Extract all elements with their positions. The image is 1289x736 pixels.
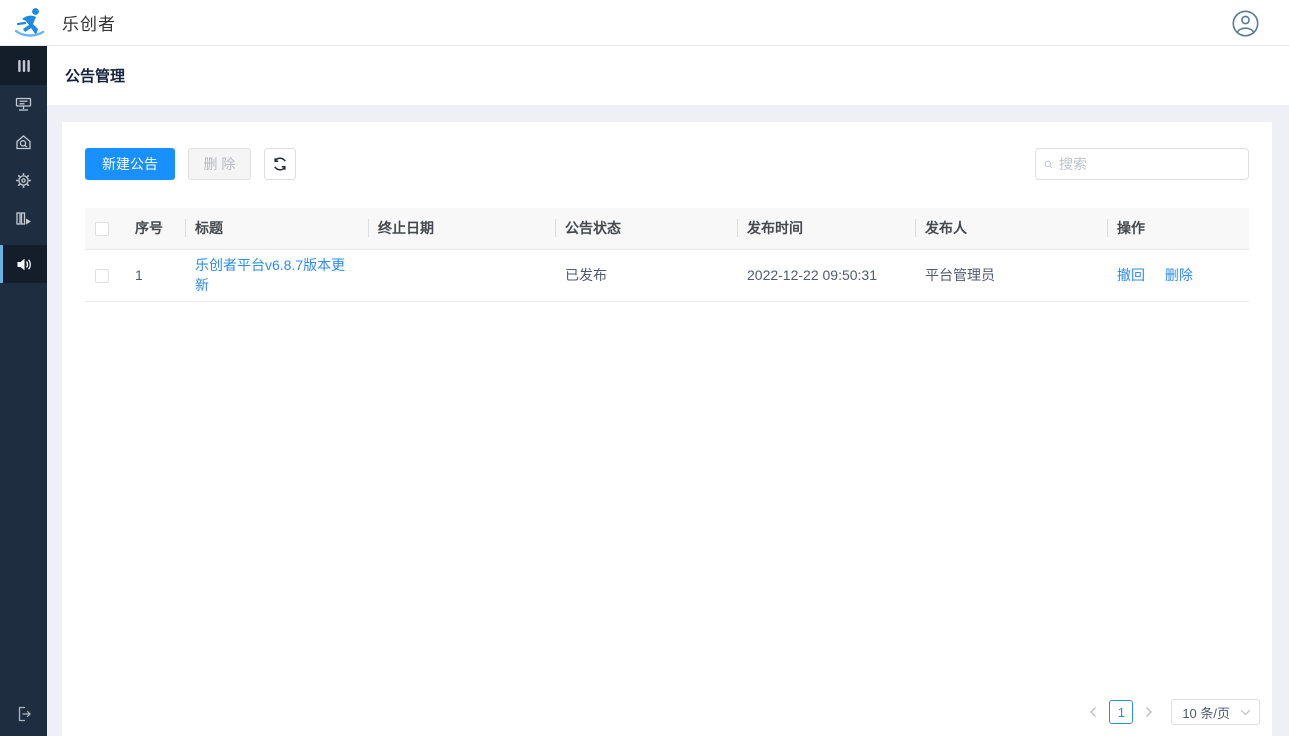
column-divider (368, 219, 369, 237)
brand-name: 乐创者 (62, 10, 116, 35)
row-no: 1 (125, 249, 185, 301)
table-row: 1 乐创者平台v6.8.7版本更新 已发布 2022-12-22 09:50:3… (85, 249, 1249, 301)
announcement-title-link[interactable]: 乐创者平台v6.8.7版本更新 (195, 257, 345, 293)
delete-action-link[interactable]: 删除 (1165, 267, 1193, 283)
new-announcement-button[interactable]: 新建公告 (85, 148, 175, 180)
sidebar-nav (0, 46, 47, 736)
column-divider (555, 219, 556, 237)
column-divider (1107, 219, 1108, 237)
row-publish-time: 2022-12-22 09:50:31 (737, 249, 915, 301)
page-size-select[interactable]: 10 条/页 (1171, 699, 1260, 725)
select-all-checkbox[interactable] (95, 222, 109, 236)
page-size-label: 10 条/页 (1182, 703, 1230, 722)
sidebar-item-home-search[interactable] (0, 123, 47, 161)
refresh-icon (272, 156, 288, 172)
user-avatar-icon[interactable] (1232, 10, 1259, 37)
app-window: 乐创者 (0, 0, 1289, 736)
col-actions: 操作 (1107, 208, 1249, 249)
announcement-card: 新建公告 删 除 (62, 122, 1272, 736)
row-status: 已发布 (555, 249, 737, 301)
row-checkbox[interactable] (95, 269, 109, 283)
col-status: 公告状态 (555, 208, 737, 249)
announcement-table: 序号 标题 终止日期 公告状态 发布时间 发布人 操作 (85, 208, 1249, 302)
page-header: 公告管理 (47, 46, 1289, 105)
chevron-down-icon (1240, 709, 1251, 716)
withdraw-action-link[interactable]: 撤回 (1117, 267, 1145, 283)
search-box (1035, 148, 1249, 180)
row-publisher: 平台管理员 (915, 249, 1107, 301)
gear-icon (14, 171, 33, 190)
page-title: 公告管理 (65, 65, 125, 86)
refresh-button[interactable] (264, 148, 296, 180)
sidebar-item-settings[interactable] (0, 161, 47, 199)
columns-icon (15, 57, 33, 75)
top-header: 乐创者 (0, 0, 1289, 46)
column-divider (915, 219, 916, 237)
col-no: 序号 (125, 208, 185, 249)
col-publish-time: 发布时间 (737, 208, 915, 249)
home-search-icon (14, 133, 33, 152)
sidebar-item-server[interactable] (0, 85, 47, 123)
brand-logo-runner-icon (11, 4, 49, 42)
row-end-date (368, 249, 555, 301)
archive-export-icon (14, 209, 33, 228)
pagination: 1 10 条/页 (1081, 699, 1260, 725)
announcement-speaker-icon (14, 255, 33, 274)
table-header-row: 序号 标题 终止日期 公告状态 发布时间 发布人 操作 (85, 208, 1249, 249)
toolbar: 新建公告 删 除 (85, 148, 1249, 180)
sidebar-item-logout[interactable] (0, 704, 47, 724)
search-input[interactable] (1059, 156, 1240, 172)
chevron-left-icon (1088, 706, 1098, 718)
delete-button[interactable]: 删 除 (188, 148, 251, 180)
search-icon (1044, 157, 1053, 172)
sidebar-item-archive[interactable] (0, 199, 47, 237)
server-icon (14, 95, 33, 114)
chevron-right-icon (1144, 706, 1154, 718)
column-divider (185, 219, 186, 237)
sidebar-item-columns[interactable] (0, 46, 47, 85)
sidebar-item-announcements[interactable] (0, 245, 47, 283)
page-number-button[interactable]: 1 (1109, 700, 1133, 724)
col-end-date: 终止日期 (368, 208, 555, 249)
content-area: 新建公告 删 除 (47, 105, 1289, 736)
column-divider (737, 219, 738, 237)
main-area: 公告管理 新建公告 删 除 (47, 46, 1289, 736)
logout-icon (14, 704, 34, 724)
col-publisher: 发布人 (915, 208, 1107, 249)
next-page-button[interactable] (1137, 700, 1161, 724)
col-title: 标题 (185, 208, 368, 249)
prev-page-button[interactable] (1081, 700, 1105, 724)
